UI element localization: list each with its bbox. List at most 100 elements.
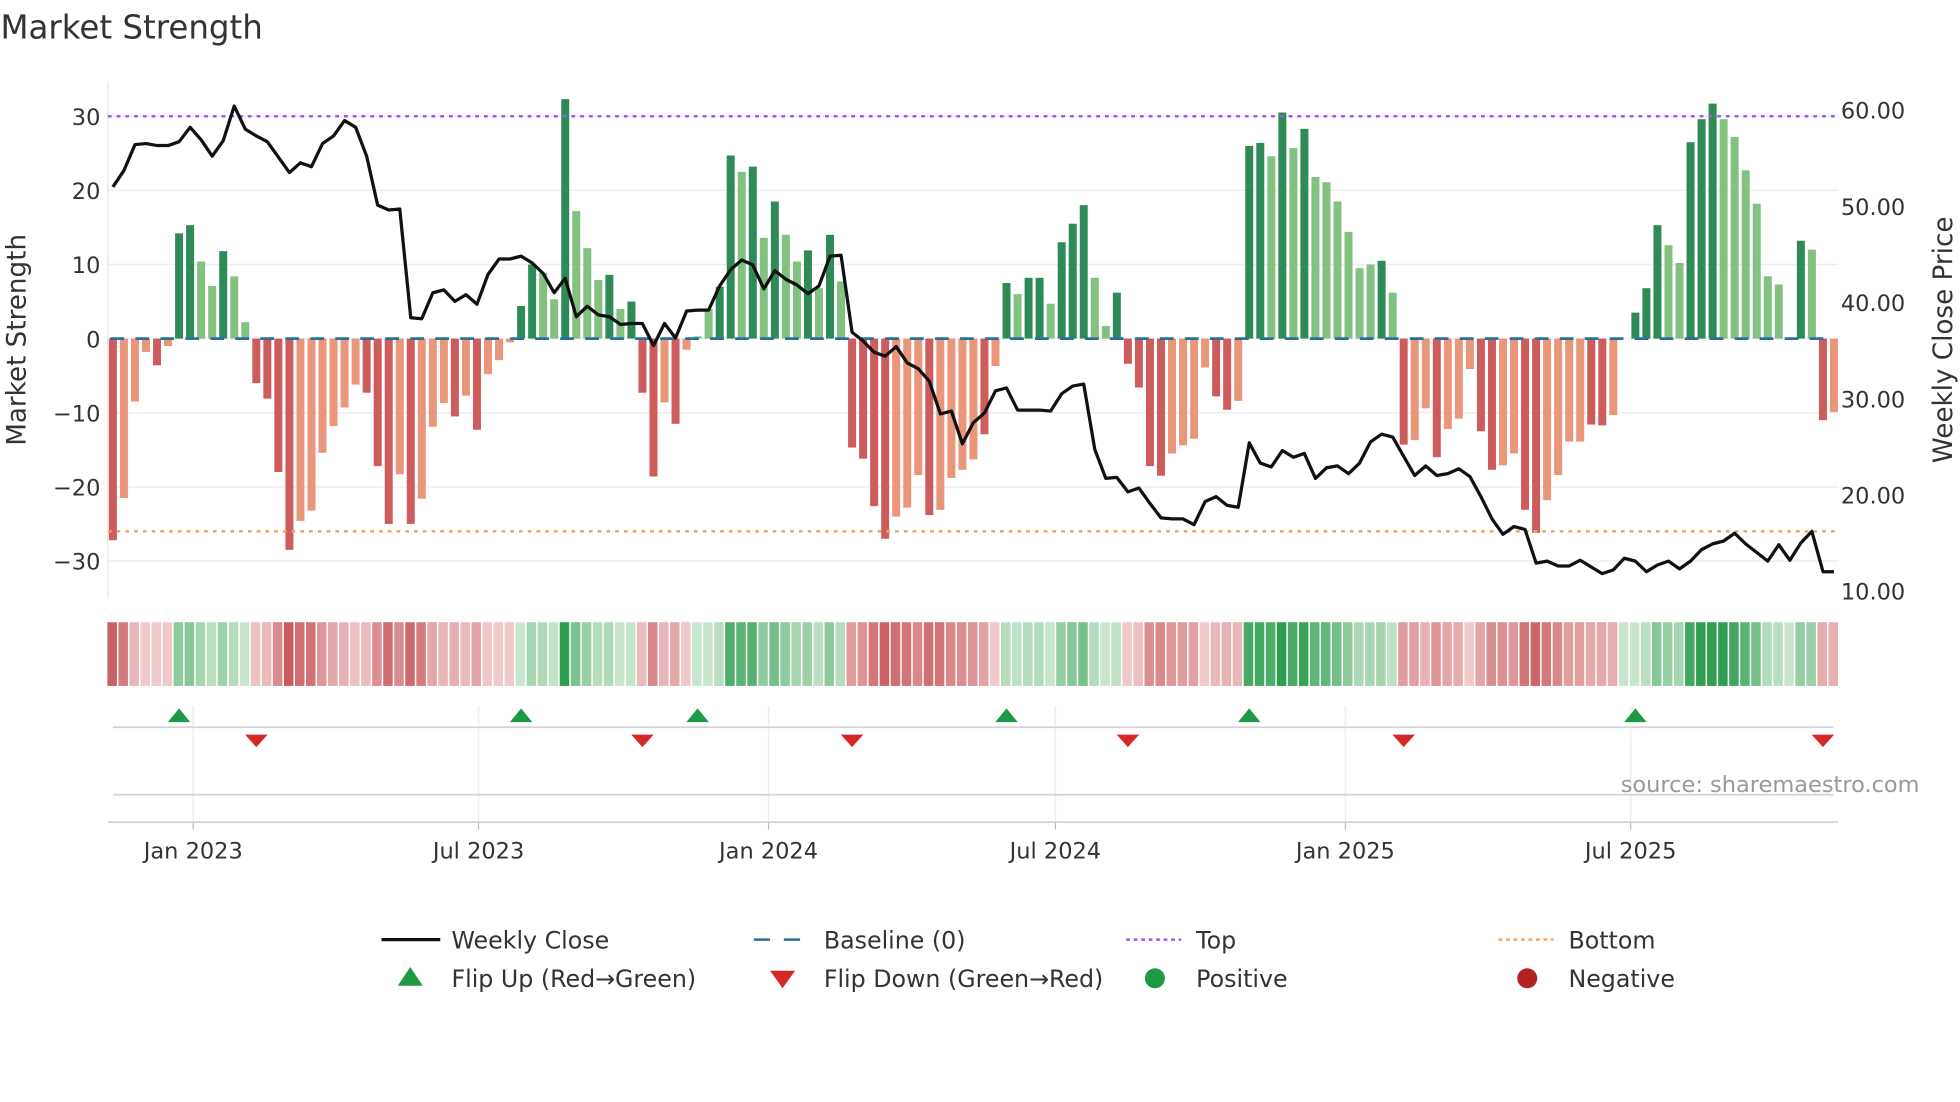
strength-bar: [660, 338, 669, 403]
strip-cell: [548, 622, 559, 686]
strength-bar: [175, 233, 184, 339]
strip-cell: [250, 622, 261, 686]
strip-cell: [1828, 622, 1838, 686]
strength-bar: [130, 338, 139, 402]
right-tick-label: 50.00: [1841, 195, 1905, 221]
flip-up-marker: [167, 708, 191, 723]
strength-bar: [186, 225, 195, 339]
strength-bar: [1587, 338, 1596, 425]
strip-cell: [681, 622, 691, 686]
strip-cell: [1343, 622, 1353, 686]
strip-cell: [1651, 622, 1662, 686]
legend-item-top: Top: [1126, 926, 1236, 954]
strength-bar: [561, 99, 570, 339]
strip-cell: [1795, 622, 1805, 686]
flip-up-marker: [686, 708, 709, 723]
strength-bar: [230, 276, 239, 339]
strip-cell: [1276, 622, 1287, 686]
strip-cell: [239, 622, 250, 686]
strength-bar: [1366, 264, 1375, 339]
legend-item-flip-up: Flip Up (Red→Green): [397, 965, 696, 993]
strip-cell: [1287, 622, 1298, 686]
strength-bar: [826, 234, 835, 339]
right-axis-ticks: 60.00 50.00 40.00 30.00 20.00 10.00: [1841, 99, 1905, 606]
strip-cell: [1585, 622, 1596, 686]
strength-bar: [1664, 245, 1673, 339]
strength-bar: [1752, 203, 1761, 339]
strip-cell: [1188, 622, 1199, 686]
strength-bar: [362, 338, 371, 393]
strength-bar: [1123, 338, 1132, 364]
strip-cell: [625, 622, 636, 686]
strength-bar: [1035, 277, 1044, 339]
left-axis-label: Market Strength: [2, 234, 32, 446]
strip-cell: [1497, 622, 1508, 686]
strip-cell: [725, 622, 735, 686]
strip-cell: [1155, 622, 1165, 686]
strip-cell: [1806, 622, 1816, 686]
strength-bar: [848, 338, 857, 448]
strip-cell: [328, 622, 338, 686]
strength-bar: [1234, 338, 1243, 401]
strength-bar: [781, 234, 790, 339]
strength-bar: [881, 338, 890, 539]
strength-bar: [682, 338, 691, 350]
left-tick-label: −20: [53, 476, 100, 502]
flip-up-marker: [995, 708, 1018, 723]
strength-bar: [1465, 338, 1474, 369]
left-tick-label: 30: [72, 105, 101, 131]
right-tick-label: 30.00: [1841, 387, 1905, 413]
strip-cell: [1298, 622, 1309, 686]
strip-cell: [1707, 622, 1717, 686]
strip-cell: [1354, 622, 1364, 686]
strength-bar: [958, 338, 967, 470]
strip-cell: [581, 622, 592, 686]
strip-cell: [559, 622, 570, 686]
strength-bar: [351, 338, 360, 385]
strength-bar: [1609, 338, 1618, 415]
strip-cell: [1431, 622, 1441, 686]
strip-cell: [1475, 622, 1485, 686]
legend-item-negative: Negative: [1517, 965, 1675, 993]
strip-cell: [1023, 622, 1033, 686]
strip-cell: [350, 622, 360, 686]
strip-cell: [173, 622, 184, 686]
strength-bar: [638, 338, 647, 393]
strip-cell: [758, 622, 768, 686]
strip-cell: [1078, 622, 1088, 686]
strength-bar: [969, 338, 978, 460]
strength-bar: [1377, 260, 1386, 339]
strip-cell: [1034, 622, 1044, 686]
strip-cell: [769, 622, 779, 686]
date-axis: Jan 2023 Jul 2023 Jan 2024 Jul 2024 Jan 2025…: [107, 821, 1839, 864]
left-tick-label: −30: [53, 550, 100, 576]
strip-cell: [261, 622, 272, 686]
flip-markers-panel: [112, 705, 1835, 823]
strength-bar: [1388, 292, 1397, 339]
strip-cell: [1232, 622, 1243, 686]
strength-bar: [1487, 338, 1496, 470]
strength-bar: [252, 338, 261, 384]
strip-cell: [1464, 622, 1474, 686]
strength-bar: [1543, 338, 1552, 501]
legend-label: Flip Down (Green→Red): [824, 965, 1103, 993]
strip-cell: [1199, 622, 1210, 686]
strength-bar: [1090, 277, 1099, 339]
strip-cell: [537, 622, 548, 686]
strip-cell: [967, 622, 978, 686]
legend-item-positive: Positive: [1144, 965, 1288, 993]
strip-cell: [416, 622, 426, 686]
strength-bar: [395, 338, 404, 475]
strength-bar: [495, 338, 504, 361]
strip-cell: [603, 622, 614, 686]
strength-bar: [340, 338, 349, 408]
strength-bar: [461, 338, 470, 396]
strip-cell: [989, 622, 1000, 686]
strength-bar: [1079, 205, 1088, 339]
strip-cell: [1056, 622, 1066, 686]
strip-cell: [217, 622, 228, 686]
strip-cell: [1640, 622, 1651, 686]
strength-bar: [1355, 268, 1364, 339]
strength-bar: [1322, 182, 1331, 339]
strip-cell: [614, 622, 625, 686]
